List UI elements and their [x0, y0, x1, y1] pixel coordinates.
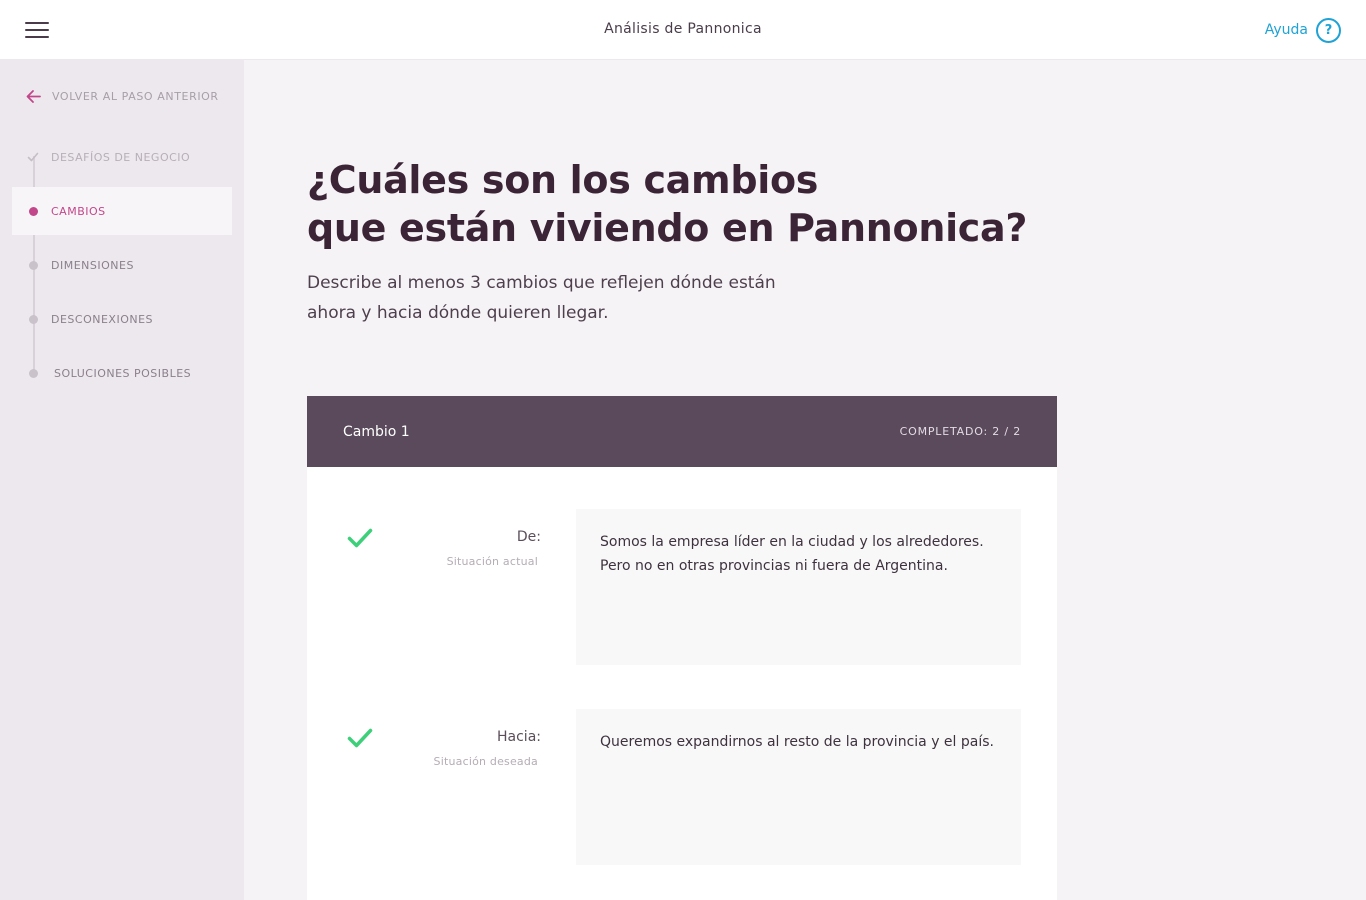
step-label: DIMENSIONES [51, 258, 134, 272]
step-label: SOLUCIONES POSIBLES [54, 366, 192, 380]
field-label-from: De: [516, 529, 541, 545]
page-title-line-2: que están viviendo en Pannonica? [307, 206, 1028, 250]
field-hint-desired: Situación deseada [433, 755, 538, 768]
field-hint-current: Situación actual [446, 555, 538, 568]
step-active-dot-icon [29, 207, 38, 216]
step-desconexiones[interactable]: DESCONEXIONES [12, 295, 232, 343]
arrow-left-icon [26, 90, 41, 103]
sidebar: VOLVER AL PASO ANTERIOR DESAFÍOS DE NEGO… [0, 60, 244, 900]
step-label: DESAFÍOS DE NEGOCIO [51, 150, 191, 164]
help-link[interactable]: Ayuda ? [1265, 17, 1341, 43]
page-title: ¿Cuáles son los cambios que están vivien… [307, 156, 1067, 252]
step-list: DESAFÍOS DE NEGOCIO CAMBIOS DIMENSIONES … [12, 133, 232, 403]
check-icon [347, 528, 373, 548]
step-done-check-icon [27, 151, 39, 163]
help-label: Ayuda [1264, 22, 1308, 38]
top-bar: Análisis de Pannonica Ayuda ? [0, 0, 1366, 60]
field-row-to: Hacia: Situación deseada Queremos expand… [307, 709, 1057, 865]
change-card-header: Cambio 1 COMPLETADO: 2 / 2 [307, 396, 1057, 467]
completion-status: COMPLETADO: 2 / 2 [899, 425, 1021, 438]
step-pending-dot-icon [29, 369, 38, 378]
step-label: CAMBIOS [51, 204, 106, 218]
step-pending-dot-icon [29, 261, 38, 270]
step-label: DESCONEXIONES [51, 312, 154, 326]
step-cambios[interactable]: CAMBIOS [12, 187, 232, 235]
step-soluciones-posibles[interactable]: SOLUCIONES POSIBLES [12, 349, 232, 397]
desired-situation-textarea[interactable]: Queremos expandirnos al resto de la prov… [576, 709, 1021, 865]
main-content: ¿Cuáles son los cambios que están vivien… [244, 60, 1366, 900]
step-desafios-de-negocio[interactable]: DESAFÍOS DE NEGOCIO [12, 133, 232, 181]
question-circle-icon: ? [1316, 17, 1341, 43]
field-label-to: Hacia: [497, 729, 541, 745]
page-title-line-1: ¿Cuáles son los cambios [307, 158, 819, 202]
current-situation-textarea[interactable]: Somos la empresa líder en la ciudad y lo… [576, 509, 1021, 665]
change-card-title: Cambio 1 [343, 423, 410, 440]
back-to-previous-step-link[interactable]: VOLVER AL PASO ANTERIOR [25, 88, 219, 105]
step-pending-dot-icon [29, 315, 38, 324]
page-subtitle: Describe al menos 3 cambios que reflejen… [307, 273, 776, 323]
app-title: Análisis de Pannonica [604, 21, 762, 37]
back-label: VOLVER AL PASO ANTERIOR [52, 90, 219, 103]
step-dimensiones[interactable]: DIMENSIONES [12, 241, 232, 289]
check-icon [347, 728, 373, 748]
field-row-from: De: Situación actual Somos la empresa lí… [307, 509, 1057, 665]
change-card: Cambio 1 COMPLETADO: 2 / 2 De: Situación… [307, 396, 1057, 900]
